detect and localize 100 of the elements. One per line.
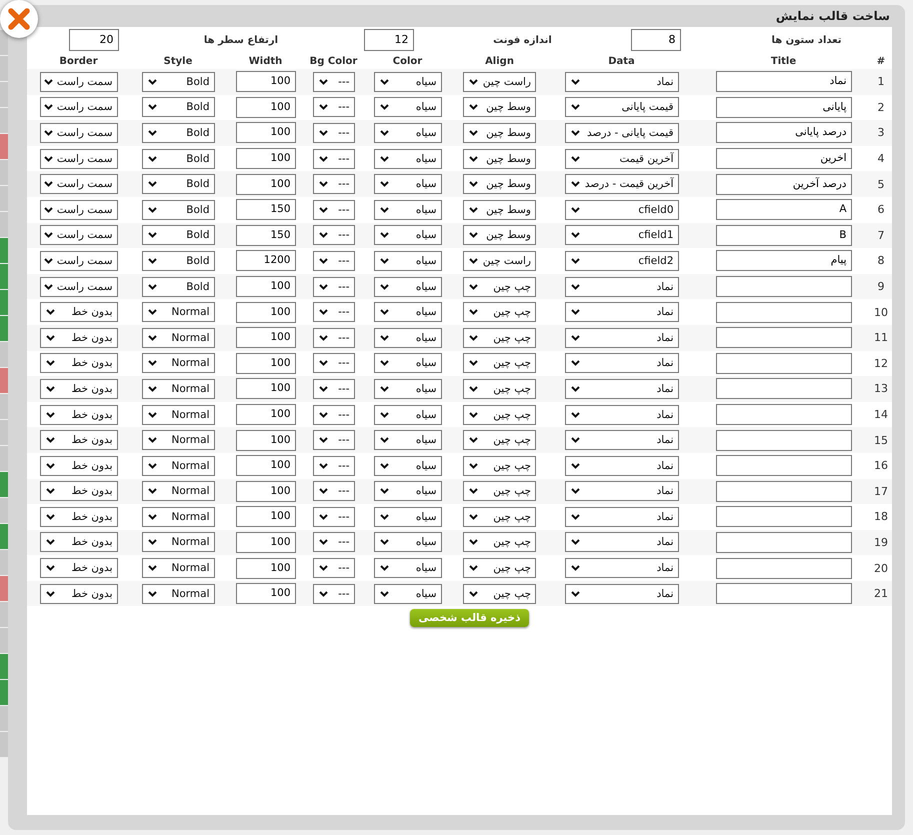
dropdown[interactable]: Normal — [142, 353, 214, 374]
dropdown[interactable]: سیاه — [374, 328, 442, 348]
dropdown[interactable]: سیاه — [374, 148, 442, 169]
setting-input[interactable]: 20 — [68, 29, 118, 51]
dropdown[interactable]: --- — [312, 506, 354, 527]
dropdown[interactable]: --- — [312, 353, 354, 374]
close-button[interactable] — [0, 0, 38, 38]
title-input[interactable] — [716, 302, 852, 323]
title-input[interactable]: درصد پایانی — [716, 122, 852, 144]
dropdown[interactable]: Bold — [142, 250, 214, 271]
dropdown[interactable]: راست چین — [463, 72, 536, 92]
dropdown[interactable]: سیاه — [374, 225, 442, 246]
dropdown[interactable]: چپ چین — [463, 353, 536, 374]
width-input[interactable]: 100 — [236, 558, 296, 579]
width-input[interactable]: 100 — [236, 378, 296, 400]
title-input[interactable]: نماد — [716, 71, 852, 92]
dropdown[interactable]: نماد — [564, 481, 678, 502]
width-input[interactable]: 1200 — [236, 250, 296, 272]
dropdown[interactable]: --- — [312, 558, 354, 578]
dropdown[interactable]: نماد — [564, 378, 678, 399]
dropdown[interactable]: Normal — [142, 302, 214, 322]
dropdown[interactable]: سیاه — [374, 250, 442, 271]
dropdown[interactable]: نماد — [564, 276, 678, 297]
dropdown[interactable]: سیاه — [374, 72, 442, 92]
dropdown[interactable]: نماد — [564, 302, 678, 322]
dropdown[interactable]: سیاه — [374, 430, 442, 450]
dropdown[interactable]: سمت راست — [40, 72, 118, 92]
width-input[interactable]: 100 — [236, 455, 296, 476]
dropdown[interactable]: چپ چین — [463, 378, 536, 399]
dropdown[interactable]: Normal — [142, 558, 214, 578]
dropdown[interactable]: چپ چین — [463, 532, 536, 552]
dropdown[interactable]: سیاه — [374, 174, 442, 194]
dropdown[interactable]: سمت راست — [40, 148, 118, 169]
width-input[interactable]: 100 — [236, 96, 296, 118]
dropdown[interactable]: --- — [312, 532, 354, 552]
dropdown[interactable]: --- — [312, 276, 354, 297]
width-input[interactable]: 100 — [236, 276, 296, 298]
dropdown[interactable]: سیاه — [374, 532, 442, 552]
title-input[interactable] — [716, 276, 852, 298]
dropdown[interactable]: Normal — [142, 404, 214, 425]
dropdown[interactable]: سمت راست — [40, 250, 118, 271]
dropdown[interactable]: نماد — [564, 558, 678, 578]
width-input[interactable]: 100 — [236, 480, 296, 502]
dropdown[interactable]: بدون خط — [40, 558, 118, 578]
dropdown[interactable]: --- — [312, 200, 354, 220]
dropdown[interactable]: بدون خط — [40, 456, 118, 476]
dropdown[interactable]: سیاه — [374, 276, 442, 297]
dropdown[interactable]: بدون خط — [40, 378, 118, 399]
width-input[interactable]: 150 — [236, 224, 296, 246]
title-input[interactable] — [716, 404, 852, 426]
dropdown[interactable]: --- — [312, 378, 354, 399]
dropdown[interactable]: بدون خط — [40, 584, 118, 604]
dropdown[interactable]: نماد — [564, 430, 678, 450]
dropdown[interactable]: Bold — [142, 174, 214, 194]
width-input[interactable]: 100 — [236, 352, 296, 374]
dropdown[interactable]: نماد — [564, 353, 678, 374]
dropdown[interactable]: --- — [312, 328, 354, 348]
dropdown[interactable]: Bold — [142, 72, 214, 92]
dropdown[interactable]: --- — [312, 250, 354, 271]
dropdown[interactable]: سمت راست — [40, 276, 118, 297]
dropdown[interactable]: Normal — [142, 506, 214, 527]
dropdown[interactable]: --- — [312, 225, 354, 246]
dropdown[interactable]: Normal — [142, 481, 214, 502]
dropdown[interactable]: Normal — [142, 584, 214, 604]
dropdown[interactable]: چپ چین — [463, 430, 536, 450]
dropdown[interactable]: Normal — [142, 328, 214, 348]
title-input[interactable] — [716, 455, 852, 476]
width-input[interactable]: 100 — [236, 148, 296, 170]
dropdown[interactable]: بدون خط — [40, 302, 118, 322]
dropdown[interactable]: Bold — [142, 200, 214, 220]
dropdown[interactable]: سیاه — [374, 378, 442, 399]
title-input[interactable] — [716, 378, 852, 400]
title-input[interactable] — [716, 532, 852, 553]
dropdown[interactable]: سیاه — [374, 456, 442, 476]
title-input[interactable]: پایانی — [716, 96, 852, 118]
dropdown[interactable]: --- — [312, 97, 354, 118]
dropdown[interactable]: نماد — [564, 72, 678, 92]
dropdown[interactable]: چپ چین — [463, 302, 536, 322]
width-input[interactable]: 100 — [236, 404, 296, 426]
width-input[interactable]: 100 — [236, 302, 296, 323]
width-input[interactable]: 100 — [236, 506, 296, 528]
dropdown[interactable]: نماد — [564, 506, 678, 527]
dropdown[interactable]: چپ چین — [463, 481, 536, 502]
width-input[interactable]: 100 — [236, 71, 296, 92]
width-input[interactable]: 100 — [236, 583, 296, 604]
dropdown[interactable]: Normal — [142, 456, 214, 476]
dropdown[interactable]: --- — [312, 456, 354, 476]
dropdown[interactable]: وسط چین — [463, 225, 536, 246]
dropdown[interactable]: cfield0 — [564, 200, 678, 220]
dropdown[interactable]: سمت راست — [40, 97, 118, 118]
dropdown[interactable]: --- — [312, 430, 354, 450]
dropdown[interactable]: بدون خط — [40, 481, 118, 502]
dropdown[interactable]: بدون خط — [40, 404, 118, 425]
dropdown[interactable]: وسط چین — [463, 200, 536, 220]
dropdown[interactable]: سیاه — [374, 584, 442, 604]
dropdown[interactable]: --- — [312, 174, 354, 194]
dropdown[interactable]: نماد — [564, 456, 678, 476]
dropdown[interactable]: چپ چین — [463, 456, 536, 476]
width-input[interactable]: 100 — [236, 122, 296, 144]
setting-input[interactable]: 8 — [630, 29, 680, 51]
